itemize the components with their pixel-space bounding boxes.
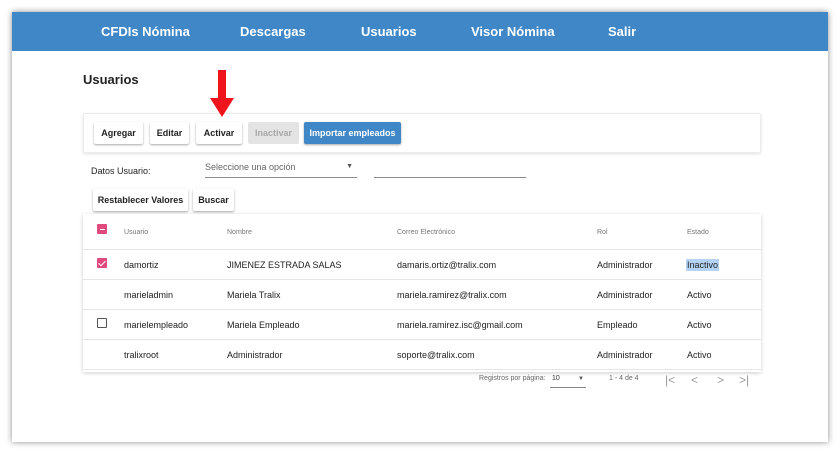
page-range: 1 - 4 de 4 [609,375,639,382]
last-page-icon[interactable]: >| [739,373,749,387]
header-nombre[interactable]: Nombre [227,229,252,236]
header-estado[interactable]: Estado [687,229,709,236]
prev-page-icon[interactable]: < [691,373,698,387]
nav-usuarios[interactable]: Usuarios [361,12,417,51]
row-checkbox[interactable] [97,318,107,328]
cell-estado: Activo [687,350,712,360]
cell-usuario: tralixroot [124,350,159,360]
cell-correo: damaris.ortiz@tralix.com [397,260,497,270]
select-all-checkbox[interactable] [97,224,107,234]
per-page-select[interactable]: 10 ▼ [550,374,586,388]
cell-usuario: marielempleado [124,320,189,330]
cell-usuario: damortiz [124,260,159,270]
app-window: CFDIs Nómina Descargas Usuarios Visor Nó… [12,12,828,442]
cell-usuario: marieladmin [124,290,174,300]
nav-visor-nomina[interactable]: Visor Nómina [471,12,555,51]
cell-correo: mariela.ramirez.isc@gmail.com [397,320,523,330]
cell-rol: Administrador [597,260,653,270]
header-correo[interactable]: Correo Electrónico [397,229,455,236]
caret-down-icon: ▼ [346,163,353,170]
top-navbar: CFDIs Nómina Descargas Usuarios Visor Nó… [12,12,828,51]
table-row[interactable]: marielempleado Mariela Empleado mariela.… [83,310,761,340]
nav-salir[interactable]: Salir [608,12,636,51]
cell-nombre: JIMENEZ ESTRADA SALAS [227,260,342,270]
datos-usuario-label: Datos Usuario: [91,166,151,176]
first-page-icon[interactable]: |< [665,373,675,387]
inactivar-button[interactable]: Inactivar [248,122,299,144]
restablecer-valores-button[interactable]: Restablecer Valores [93,189,188,211]
cell-estado: Activo [687,320,712,330]
cell-rol: Administrador [597,290,653,300]
red-down-arrow-icon [210,70,234,117]
nav-descargas[interactable]: Descargas [240,12,306,51]
row-checkbox[interactable] [97,258,107,268]
per-page-label: Registros por página: [479,375,546,382]
cell-correo: soporte@tralix.com [397,350,475,360]
table-header-row: Usuario Nombre Correo Electrónico Rol Es… [83,214,761,250]
next-page-icon[interactable]: > [717,373,724,387]
importar-empleados-button[interactable]: Importar empleados [304,122,401,144]
cell-nombre: Mariela Tralix [227,290,281,300]
cell-correo: mariela.ramirez@tralix.com [397,290,507,300]
per-page-value: 10 [552,375,560,382]
datos-usuario-select[interactable]: Seleccione una opción ▼ [205,160,357,178]
cell-rol: Administrador [597,350,653,360]
cell-estado-selected: Inactivo [686,259,720,271]
header-rol[interactable]: Rol [597,229,608,236]
cell-rol: Empleado [597,320,638,330]
activar-button[interactable]: Activar [196,122,242,144]
cell-nombre: Mariela Empleado [227,320,300,330]
cell-nombre: Administrador [227,350,283,360]
nav-cfdis-nomina[interactable]: CFDIs Nómina [101,12,190,51]
page-title: Usuarios [83,72,139,87]
table-row[interactable]: damortiz JIMENEZ ESTRADA SALAS damaris.o… [83,250,761,280]
buscar-button[interactable]: Buscar [193,189,234,211]
datos-usuario-input[interactable] [374,160,526,178]
table-row[interactable]: tralixroot Administrador soporte@tralix.… [83,340,761,370]
editar-button[interactable]: Editar [150,122,189,144]
users-table: Usuario Nombre Correo Electrónico Rol Es… [83,214,761,372]
select-placeholder: Seleccione una opción [205,162,296,172]
caret-down-icon: ▼ [578,376,584,382]
table-row[interactable]: marieladmin Mariela Tralix mariela.ramir… [83,280,761,310]
agregar-button[interactable]: Agregar [94,122,143,144]
header-usuario[interactable]: Usuario [124,229,148,236]
cell-estado: Activo [687,290,712,300]
toolbar: Agregar Editar Activar Inactivar Importa… [83,113,761,153]
